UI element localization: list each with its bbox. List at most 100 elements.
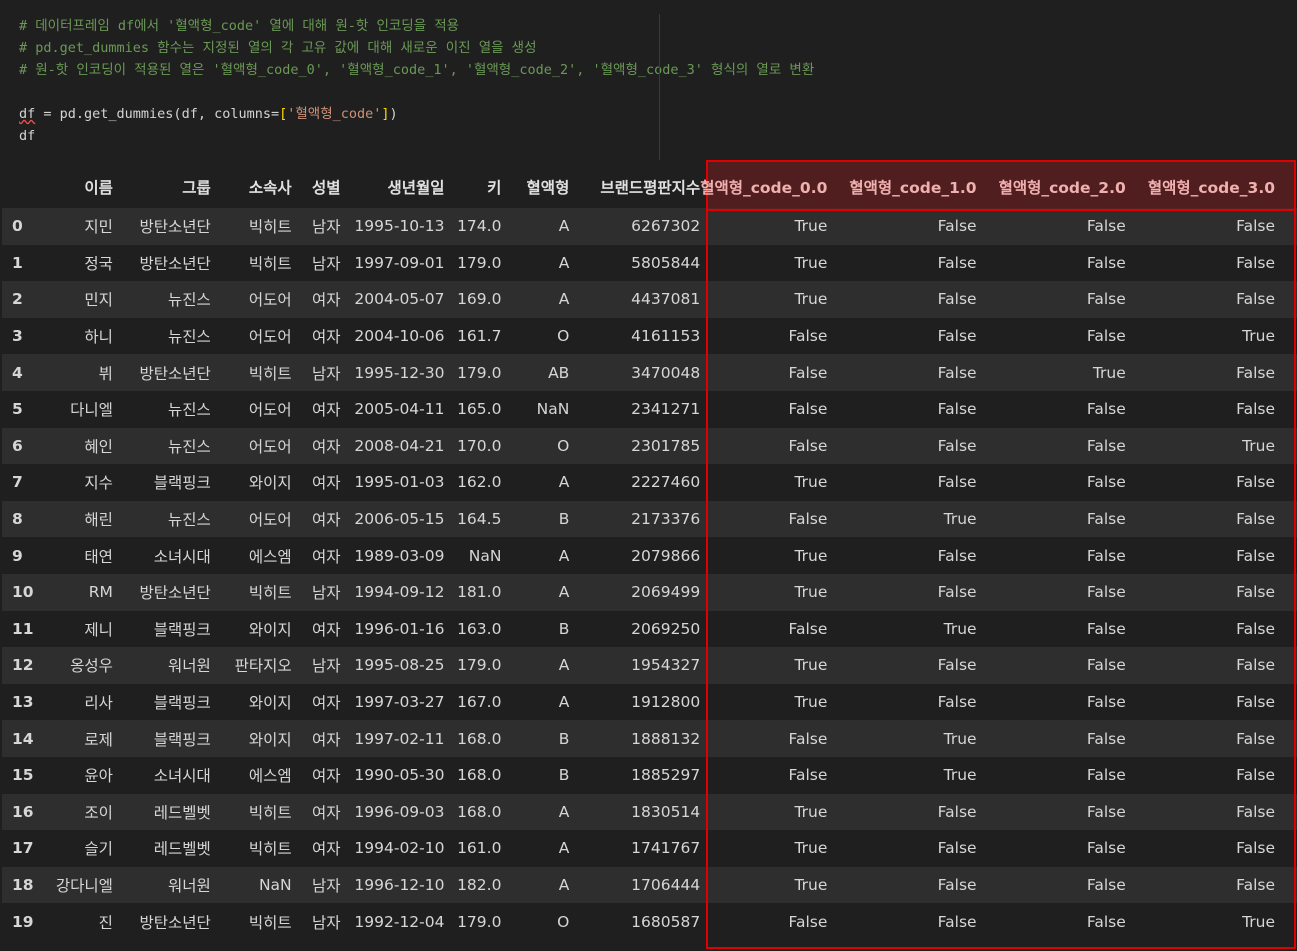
cell-code-1: False <box>849 281 999 318</box>
cell-brand-index: 1888132 <box>569 720 701 757</box>
cell-code-2: False <box>998 830 1148 867</box>
cell-code-0: False <box>700 317 850 355</box>
code-editor[interactable]: # 데이터프레임 df에서 '혈액형_code' 열에 대해 원-핫 인코딩을 … <box>19 15 815 147</box>
table-row: 8 해린 뉴진스 어도어 여자 2006-05-15 164.5 B 2173376 False T… <box>2 500 1297 538</box>
cell-group: 방탄소년단 <box>112 208 211 245</box>
cell-name: 해린 <box>41 500 113 538</box>
cell-agency: 와이지 <box>210 464 292 501</box>
cell-index: 5 <box>2 390 42 428</box>
cell-blood-type: A <box>501 683 570 721</box>
cell-brand-index: 1954327 <box>569 647 701 684</box>
cell-code-0: True <box>700 793 850 831</box>
cell-index: 15 <box>2 756 42 794</box>
cell-brand-index: 1912800 <box>569 683 701 721</box>
cell-agency: 빅히트 <box>210 244 292 282</box>
cell-group: 소녀시대 <box>112 756 211 794</box>
cell-gender: 여자 <box>291 537 341 574</box>
cell-birthdate: 1992-12-04 <box>340 903 445 940</box>
cell-code-3: False <box>1147 537 1297 574</box>
cell-brand-index: 2301785 <box>569 427 701 465</box>
cell-height: 161.0 <box>444 830 502 867</box>
cell-gender: 여자 <box>291 830 341 867</box>
cell-birthdate: 2008-04-21 <box>340 427 445 465</box>
cell-brand-index: 1830514 <box>569 793 701 831</box>
header-name: 이름 <box>84 179 113 197</box>
cell-index: 16 <box>2 793 42 831</box>
code-string-column: '혈액형_code' <box>287 106 382 122</box>
cell-brand-index: 6267302 <box>569 208 701 245</box>
cell-code-3: False <box>1147 830 1297 867</box>
cell-index: 19 <box>2 903 42 940</box>
cell-group: 방탄소년단 <box>112 354 211 391</box>
cell-birthdate: 1990-05-30 <box>340 756 445 794</box>
cell-gender: 여자 <box>291 464 341 501</box>
cell-height: 161.7 <box>444 317 502 355</box>
cell-code-2: False <box>998 720 1148 757</box>
cell-code-0: True <box>700 537 850 574</box>
cell-code-2: False <box>998 500 1148 538</box>
table-row: 0 지민 방탄소년단 빅히트 남자 1995-10-13 174.0 A 6267302 True… <box>2 208 1297 245</box>
cell-code-1: True <box>849 720 999 757</box>
cell-blood-type: AB <box>501 354 570 391</box>
cell-birthdate: 1989-03-09 <box>340 537 445 574</box>
cell-brand-index: 2341271 <box>569 390 701 428</box>
cell-group: 블랙핑크 <box>112 720 211 757</box>
cell-brand-index: 4161153 <box>569 317 701 355</box>
cell-index: 8 <box>2 500 42 538</box>
cell-name: 다니엘 <box>41 390 113 428</box>
cell-gender: 남자 <box>291 354 341 391</box>
cell-agency: 어도어 <box>210 390 292 428</box>
cell-birthdate: 1995-10-13 <box>340 208 445 245</box>
cell-code-3: False <box>1147 244 1297 282</box>
table-row: 14 로제 블랙핑크 와이지 여자 1997-02-11 168.0 B 1888132 Fals… <box>2 720 1297 757</box>
cell-code-3: False <box>1147 354 1297 391</box>
cell-blood-type: A <box>501 537 570 574</box>
cell-height: 179.0 <box>444 244 502 282</box>
cell-code-0: False <box>700 610 850 648</box>
cell-agency: 빅히트 <box>210 354 292 391</box>
cell-code-1: False <box>849 903 999 940</box>
cell-index: 2 <box>2 281 42 318</box>
code-comment-3: # 원-핫 인코딩이 적용된 열은 '혈액형_code_0', '혈액형_cod… <box>19 62 815 78</box>
cell-name: 지수 <box>41 464 113 501</box>
cell-code-0: False <box>700 500 850 538</box>
cell-code-1: False <box>849 793 999 831</box>
cell-height: 179.0 <box>444 647 502 684</box>
table-row: 1 정국 방탄소년단 빅히트 남자 1997-09-01 179.0 A 5805844 True… <box>2 244 1297 282</box>
cell-index: 13 <box>2 683 42 721</box>
cell-name: 조이 <box>41 793 113 831</box>
cell-brand-index: 2173376 <box>569 500 701 538</box>
cell-birthdate: 2006-05-15 <box>340 500 445 538</box>
cell-code-2: False <box>998 647 1148 684</box>
cell-code-3: True <box>1147 903 1297 940</box>
cell-gender: 여자 <box>291 390 341 428</box>
cell-code-3: False <box>1147 390 1297 428</box>
cell-height: 168.0 <box>444 720 502 757</box>
cell-index: 6 <box>2 427 42 465</box>
cell-code-1: False <box>849 317 999 355</box>
cell-brand-index: 4437081 <box>569 281 701 318</box>
cell-index: 14 <box>2 720 42 757</box>
cell-group: 블랙핑크 <box>112 683 211 721</box>
code-cell[interactable]: # 데이터프레임 df에서 '혈액형_code' 열에 대해 원-핫 인코딩을 … <box>0 0 1297 160</box>
cell-code-3: False <box>1147 500 1297 538</box>
table-row: 17 슬기 레드벨벳 빅히트 여자 1994-02-10 161.0 A 1741767 True… <box>2 830 1297 867</box>
cell-blood-type: O <box>501 427 570 465</box>
cell-height: 168.0 <box>444 793 502 831</box>
cell-gender: 남자 <box>291 244 341 282</box>
cell-code-0: True <box>700 683 850 721</box>
header-agency: 소속사 <box>248 179 292 197</box>
cell-code-2: False <box>998 903 1148 940</box>
cell-group: 방탄소년단 <box>112 573 211 611</box>
cell-gender: 여자 <box>291 683 341 721</box>
cell-code-2: False <box>998 427 1148 465</box>
cell-brand-index: 5805844 <box>569 244 701 282</box>
cell-name: 뷔 <box>41 354 113 391</box>
cell-code-2: False <box>998 756 1148 794</box>
cell-brand-index: 2069499 <box>569 573 701 611</box>
header-code-0: 혈액형_code_0.0 <box>700 179 828 197</box>
cell-code-2: False <box>998 281 1148 318</box>
cell-brand-index: 3470048 <box>569 354 701 391</box>
cell-blood-type: O <box>501 317 570 355</box>
cell-code-1: False <box>849 537 999 574</box>
